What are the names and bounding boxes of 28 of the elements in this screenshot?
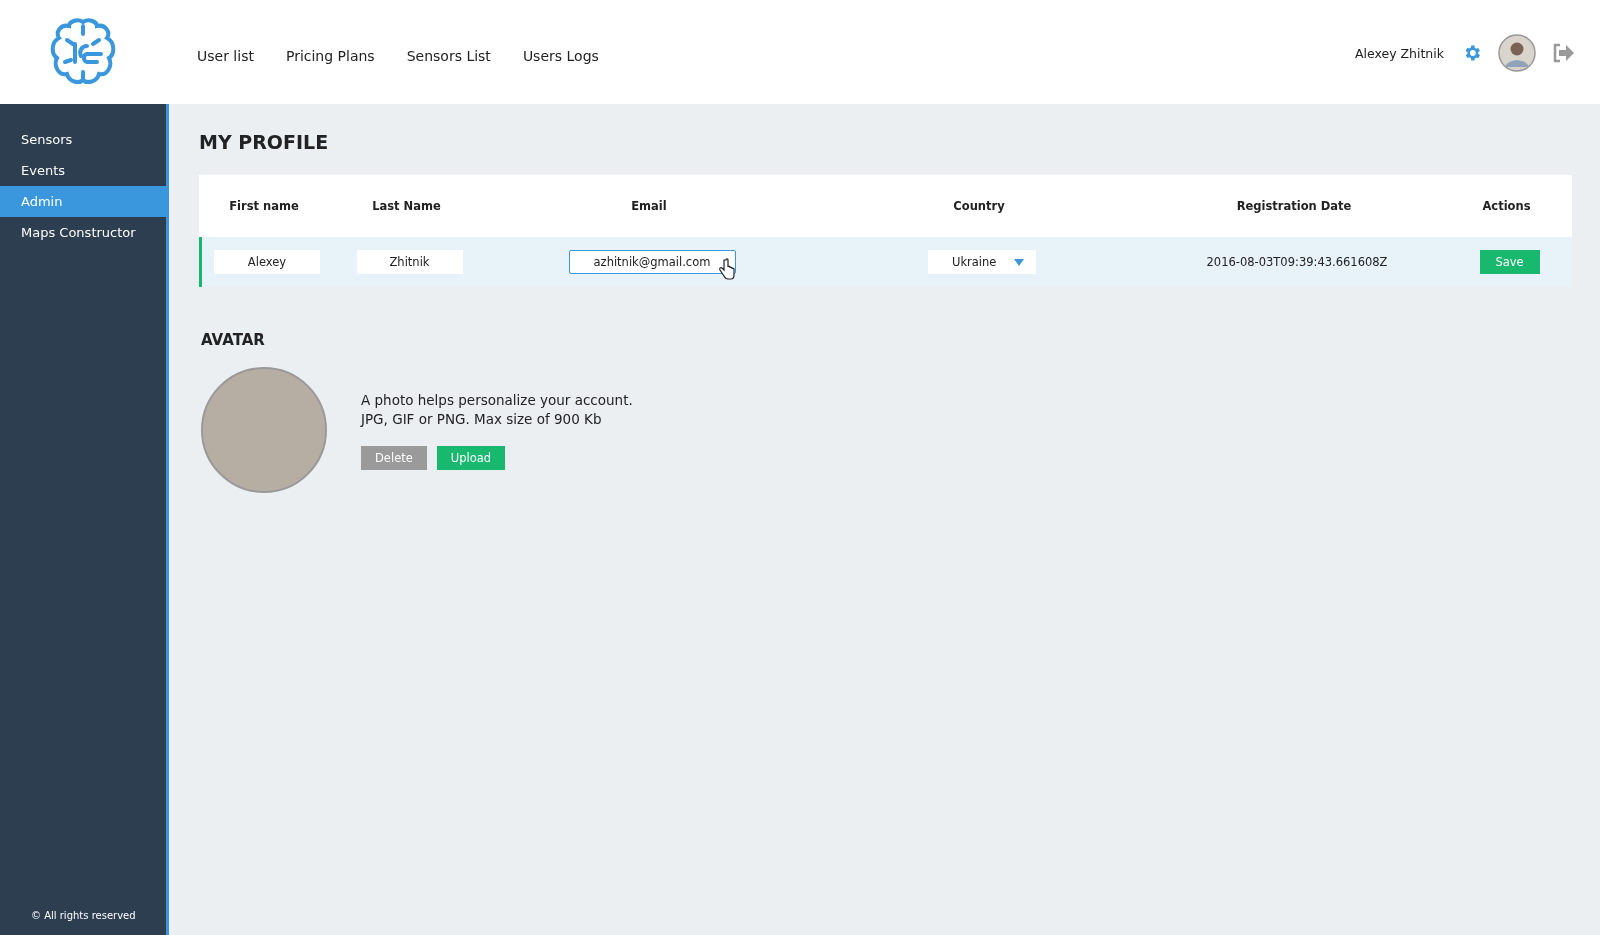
nav-link[interactable]: Users Logs (522, 48, 599, 64)
column-header: Last Name (371, 199, 442, 213)
help-text: A photo helps personalize your account. (361, 390, 633, 410)
column-header: Country (952, 199, 1006, 213)
last-name-field[interactable]: Zhitnik (356, 250, 463, 274)
email-field[interactable]: azhitnik@gmail.com (568, 250, 736, 274)
user-name: Alexey Zhitnik (1354, 45, 1444, 61)
column-header: Actions (1481, 199, 1532, 213)
avatar-icon[interactable] (1498, 34, 1536, 72)
country-select[interactable]: Ukraine (928, 250, 1036, 274)
nav-link[interactable]: Sensors List (406, 48, 491, 64)
page-title: MY PROFILE (199, 131, 330, 153)
sidebar-item[interactable]: Events (0, 155, 166, 186)
caret-icon (1014, 258, 1024, 266)
column-header: First name (228, 199, 300, 213)
registration-date: 2016-08-03T09:39:43.661608Z (1206, 255, 1388, 269)
sidebar-item[interactable]: Maps Constructor (0, 217, 166, 248)
hand-cursor-icon (719, 258, 735, 280)
column-header: Email (630, 199, 668, 213)
copyright-text: © All rights reserved (31, 910, 137, 921)
column-header: Registration Date (1235, 199, 1353, 213)
section-title: AVATAR (201, 331, 266, 349)
nav-link[interactable]: User list (197, 48, 254, 64)
nav-link[interactable]: Pricing Plans (285, 48, 375, 64)
first-name-field[interactable]: Alexey (214, 250, 320, 274)
logout-icon[interactable] (1552, 43, 1574, 63)
sidebar-item[interactable]: Sensors (0, 124, 166, 155)
help-text: JPG, GIF or PNG. Max size of 900 Kb (361, 409, 603, 429)
